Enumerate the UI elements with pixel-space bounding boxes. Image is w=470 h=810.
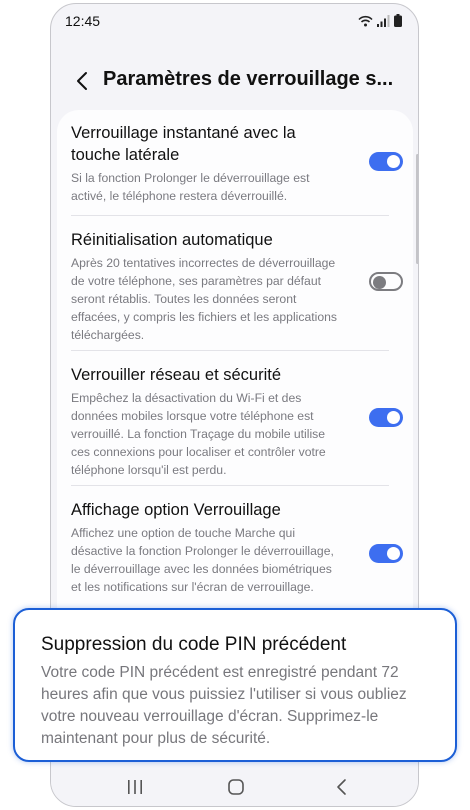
back-icon[interactable] <box>330 776 354 798</box>
wifi-icon <box>358 15 373 26</box>
settings-card: Verrouillage instantané avec la touche l… <box>57 110 413 640</box>
callout-description: Votre code PIN précédent est enregistré … <box>41 664 407 747</box>
show-lock-option-toggle[interactable] <box>369 544 403 563</box>
status-icons <box>358 14 402 27</box>
setting-instant-lock[interactable]: Verrouillage instantané avec la touche l… <box>71 122 389 205</box>
setting-show-lock-option[interactable]: Affichage option Verrouillage Affichez u… <box>71 499 389 596</box>
setting-title: Réinitialisation automatique <box>71 231 273 249</box>
instant-lock-toggle[interactable] <box>369 152 403 171</box>
setting-title: Affichage option Verrouillage <box>71 501 281 519</box>
setting-title: Verrouillage instantané avec la touche l… <box>71 124 296 164</box>
battery-icon <box>394 14 402 27</box>
divider <box>71 215 389 216</box>
lock-network-toggle[interactable] <box>369 408 403 427</box>
page-title: Paramètres de verrouillage s... <box>103 68 394 90</box>
callout-pin-removal: Suppression du code PIN précédent Votre … <box>13 608 457 762</box>
setting-auto-reset[interactable]: Réinitialisation automatique Après 20 te… <box>71 229 389 344</box>
auto-reset-toggle[interactable] <box>369 272 403 291</box>
status-bar: 12:45 <box>51 4 418 40</box>
divider <box>71 485 389 486</box>
callout-title: Suppression du code PIN précédent <box>41 634 347 655</box>
scrollbar[interactable] <box>416 154 418 264</box>
setting-description: Après 20 tentatives incorrectes de déver… <box>71 256 337 342</box>
setting-description: Empêchez la désactivation du Wi-Fi et de… <box>71 391 326 477</box>
setting-lock-network[interactable]: Verrouiller réseau et sécurité Empêchez … <box>71 364 389 479</box>
status-time: 12:45 <box>65 13 101 29</box>
setting-description: Affichez une option de touche Marche qui… <box>71 526 334 594</box>
page-header: Paramètres de verrouillage s... <box>51 62 418 102</box>
home-icon[interactable] <box>224 776 248 798</box>
back-arrow-icon[interactable] <box>73 70 93 92</box>
divider <box>71 350 389 351</box>
recent-apps-icon[interactable] <box>123 776 147 798</box>
navigation-bar <box>51 764 418 806</box>
signal-icon <box>377 14 390 27</box>
setting-description: Si la fonction Prolonger le déverrouilla… <box>71 171 310 203</box>
setting-title: Verrouiller réseau et sécurité <box>71 366 282 384</box>
